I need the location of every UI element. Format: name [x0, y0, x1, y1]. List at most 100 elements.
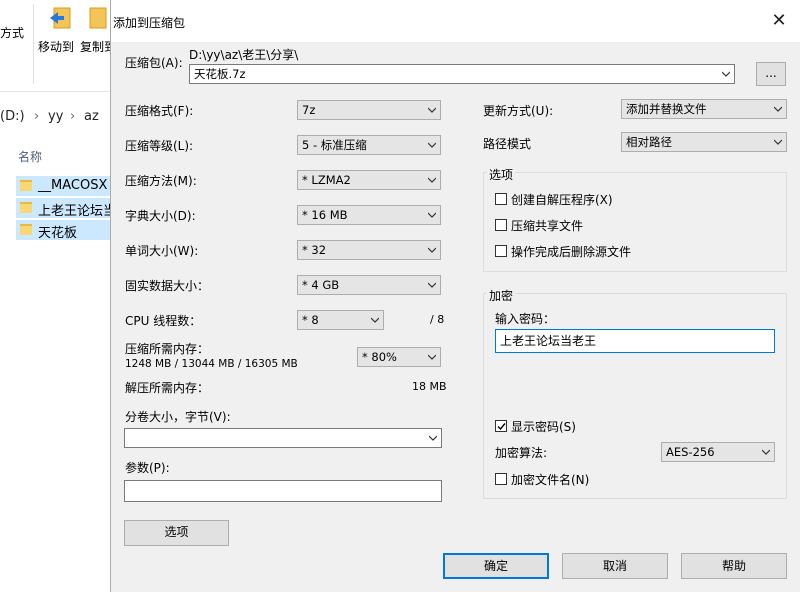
- archive-path: D:\yy\az\老王\分享\: [189, 48, 299, 62]
- file-explorer-window: 方式 移动到 复制到 (D:) › yy › az 名称 __MACOSX 上老…: [0, 0, 116, 592]
- checkbox-box[interactable]: [495, 219, 507, 231]
- encryption-group-title: 加密: [487, 287, 516, 304]
- sfx-checkbox[interactable]: 创建自解压程序(X): [495, 190, 695, 208]
- mem-select[interactable]: * 80%: [357, 347, 441, 367]
- list-item[interactable]: __MACOSX: [16, 176, 110, 196]
- update-value: 添加并替换文件: [626, 102, 707, 116]
- show-password-checkbox[interactable]: 显示密码(S): [495, 417, 695, 435]
- checkbox-box[interactable]: [495, 473, 507, 485]
- method-select[interactable]: * LZMA2: [297, 170, 441, 190]
- ok-button[interactable]: 确定: [443, 553, 549, 579]
- method-value: * LZMA2: [302, 173, 351, 187]
- dict-label: 字典大小(D):: [125, 209, 196, 223]
- mem-detail: 1248 MB / 13044 MB / 16305 MB: [125, 358, 298, 370]
- dict-select[interactable]: * 16 MB: [297, 205, 441, 225]
- cpu-select[interactable]: * 8: [297, 310, 384, 330]
- explorer-ribbon: 方式 移动到 复制到: [0, 0, 116, 92]
- folder-icon: [20, 224, 32, 235]
- decomp-label: 解压所需内存：: [125, 381, 210, 395]
- options-button[interactable]: 选项: [124, 520, 229, 546]
- delete-after-label: 操作完成后删除源文件: [511, 245, 632, 259]
- dialog-title: 添加到压缩包: [113, 16, 186, 30]
- breadcrumb-yy[interactable]: yy: [48, 109, 63, 124]
- format-select[interactable]: 7z: [297, 100, 441, 120]
- chevron-down-icon[interactable]: [428, 246, 436, 254]
- enc-method-select[interactable]: AES-256: [661, 442, 775, 462]
- archive-name-combo[interactable]: 天花板.7z: [189, 64, 735, 84]
- chevron-right-icon: ›: [70, 109, 76, 124]
- solid-select[interactable]: * 4 GB: [297, 275, 441, 295]
- level-label: 压缩等级(L):: [125, 139, 194, 153]
- file-name: 天花板: [38, 226, 78, 240]
- chevron-down-icon[interactable]: [371, 316, 379, 324]
- chevron-down-icon[interactable]: [774, 138, 782, 146]
- decomp-value: 18 MB: [412, 380, 447, 393]
- file-name: __MACOSX: [38, 178, 108, 193]
- list-item[interactable]: 上老王论坛当: [16, 198, 110, 218]
- move-to-icon[interactable]: [48, 6, 71, 29]
- chevron-down-icon[interactable]: [428, 353, 436, 361]
- update-select[interactable]: 添加并替换文件: [621, 99, 787, 119]
- delete-after-checkbox[interactable]: 操作完成后删除源文件: [495, 242, 695, 260]
- dialog-titlebar[interactable]: 添加到压缩包 ✕: [111, 0, 800, 42]
- chevron-right-icon: ›: [34, 109, 40, 124]
- level-select[interactable]: 5 - 标准压缩: [297, 135, 441, 155]
- level-value: 5 - 标准压缩: [302, 138, 367, 152]
- checkbox-box[interactable]: [495, 193, 507, 205]
- solid-value: * 4 GB: [302, 278, 340, 292]
- breadcrumb-az[interactable]: az: [84, 109, 99, 124]
- chevron-down-icon[interactable]: [774, 105, 782, 113]
- move-to-button[interactable]: 移动到: [38, 38, 74, 55]
- archive-label: 压缩包(A):: [125, 56, 183, 70]
- path-mode-select[interactable]: 相对路径: [621, 132, 787, 152]
- cpu-total: / 8: [430, 313, 445, 326]
- chevron-down-icon[interactable]: [428, 211, 436, 219]
- encrypt-names-label: 加密文件名(N): [511, 473, 590, 487]
- chevron-down-icon[interactable]: [428, 281, 436, 289]
- breadcrumb-drive[interactable]: (D:): [0, 109, 25, 124]
- shared-files-checkbox[interactable]: 压缩共享文件: [495, 216, 695, 234]
- path-mode-value: 相对路径: [626, 135, 672, 149]
- cancel-button[interactable]: 取消: [562, 553, 668, 579]
- volume-label: 分卷大小，字节(V):: [125, 410, 231, 424]
- enc-method-value: AES-256: [666, 445, 715, 459]
- options-group-title: 选项: [487, 166, 516, 183]
- breadcrumb[interactable]: (D:) › yy › az: [0, 104, 110, 130]
- ribbon-separator: [33, 4, 34, 84]
- add-to-archive-dialog: 添加到压缩包 ✕ 压缩包(A): D:\yy\az\老王\分享\ 天花板.7z …: [110, 0, 800, 592]
- chevron-down-icon[interactable]: [722, 70, 730, 78]
- list-item[interactable]: 天花板: [16, 220, 110, 240]
- path-mode-label: 路径模式: [483, 137, 532, 151]
- copy-to-icon[interactable]: [88, 6, 108, 29]
- enc-method-label: 加密算法:: [495, 446, 548, 460]
- cpu-value: * 8: [302, 313, 319, 327]
- shared-files-label: 压缩共享文件: [511, 219, 584, 233]
- column-header-name[interactable]: 名称: [18, 148, 42, 165]
- checkbox-box[interactable]: [495, 245, 507, 257]
- format-label: 压缩格式(F):: [125, 104, 194, 118]
- chevron-down-icon[interactable]: [428, 106, 436, 114]
- close-icon[interactable]: ✕: [757, 6, 800, 36]
- checkbox-box[interactable]: [495, 420, 507, 432]
- ribbon-label: 方式: [0, 26, 25, 40]
- update-label: 更新方式(U):: [483, 104, 554, 118]
- volume-combo[interactable]: [124, 428, 442, 448]
- password-input[interactable]: 上老王论坛当老王: [495, 329, 775, 353]
- show-password-label: 显示密码(S): [511, 420, 576, 434]
- help-button[interactable]: 帮助: [681, 553, 787, 579]
- browse-button[interactable]: ...: [756, 62, 786, 86]
- chevron-down-icon[interactable]: [762, 448, 770, 456]
- mem-label: 压缩所需内存：: [125, 342, 210, 356]
- method-label: 压缩方法(M):: [125, 174, 197, 188]
- encrypt-names-checkbox[interactable]: 加密文件名(N): [495, 470, 695, 488]
- word-value: * 32: [302, 243, 327, 257]
- cpu-label: CPU 线程数：: [125, 314, 202, 328]
- params-label: 参数(P):: [125, 461, 170, 475]
- word-select[interactable]: * 32: [297, 240, 441, 260]
- folder-icon: [20, 202, 32, 213]
- chevron-down-icon[interactable]: [428, 141, 436, 149]
- chevron-down-icon[interactable]: [428, 176, 436, 184]
- params-input[interactable]: [124, 480, 442, 502]
- chevron-down-icon[interactable]: [429, 434, 437, 442]
- solid-label: 固实数据大小：: [125, 279, 210, 293]
